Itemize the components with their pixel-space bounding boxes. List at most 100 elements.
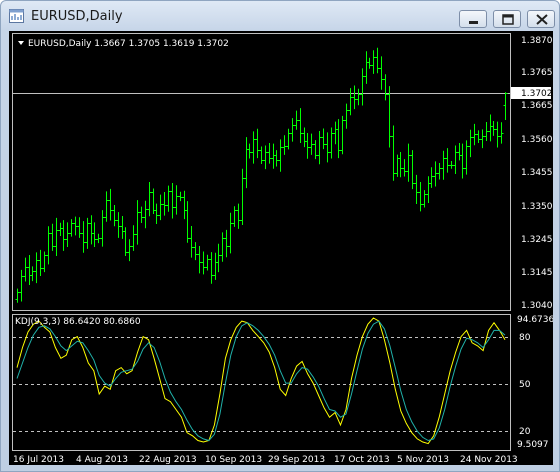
ohlc-bar xyxy=(182,190,187,220)
ohlc-bar xyxy=(464,140,469,175)
ohlc-bar xyxy=(395,154,400,177)
ohlc-bar xyxy=(271,143,276,169)
ohlc-bar xyxy=(42,251,47,273)
window-title: EURUSD,Daily xyxy=(31,9,123,24)
ohlc-bar xyxy=(147,182,152,217)
ohlc-bar xyxy=(484,121,489,142)
ohlc-bar xyxy=(433,161,438,187)
ohlc-bar xyxy=(38,249,43,277)
ohlc-bar xyxy=(468,129,473,158)
indicator-axis-label: 94.6736 xyxy=(517,315,553,325)
time-axis-label: 4 Aug 2013 xyxy=(76,455,128,465)
chart-area[interactable]: EURUSD,Daily 1.3667 1.3705 1.3619 1.3702… xyxy=(9,31,554,465)
ohlc-bar xyxy=(356,88,361,106)
ohlc-bar xyxy=(290,118,295,142)
ohlc-bar xyxy=(27,255,32,286)
ohlc-bar xyxy=(488,114,493,142)
close-button[interactable] xyxy=(527,10,555,28)
ohlc-bar xyxy=(294,110,299,130)
ohlc-bar xyxy=(92,222,97,247)
ohlc-bar xyxy=(344,103,349,129)
indicator-axis-label: 50 xyxy=(519,380,531,390)
price-axis-label: 1.3145 xyxy=(521,268,553,278)
price-axis-label: 1.3560 xyxy=(521,135,553,145)
ohlc-bar xyxy=(73,216,78,236)
ohlc-bar xyxy=(491,121,496,136)
ohlc-bar xyxy=(336,119,341,159)
ohlc-bar xyxy=(154,203,159,225)
ohlc-bar xyxy=(472,123,477,146)
ohlc-bar xyxy=(298,108,303,143)
ohlc-bar xyxy=(457,142,462,161)
indicator-axis-label: 20 xyxy=(519,427,531,437)
price-chart-header: EURUSD,Daily 1.3667 1.3705 1.3619 1.3702 xyxy=(28,39,229,49)
ohlc-bar xyxy=(251,131,256,164)
collapse-triangle-icon[interactable] xyxy=(18,41,24,45)
time-axis-label: 5 Nov 2013 xyxy=(397,455,449,465)
ohlc-bar xyxy=(100,210,105,247)
ohlc-bar xyxy=(414,174,419,204)
ohlc-bar xyxy=(360,68,365,106)
ohlc-bar xyxy=(375,47,380,74)
ohlc-bar xyxy=(333,121,338,145)
chart-window-icon xyxy=(9,9,24,23)
ohlc-bar xyxy=(321,128,326,150)
ohlc-bar xyxy=(406,143,411,182)
ohlc-bar xyxy=(259,146,264,164)
ohlc-bar xyxy=(364,51,369,84)
indicator-axis-label: 80 xyxy=(519,333,531,343)
price-axis-label: 1.3870 xyxy=(521,36,553,46)
ohlc-bar xyxy=(89,215,94,245)
ohlc-bar xyxy=(205,254,210,271)
ohlc-bar xyxy=(166,185,171,212)
ohlc-bar xyxy=(476,130,481,143)
ohlc-bar xyxy=(379,56,384,90)
ohlc-bar xyxy=(402,159,407,177)
price-axis-label: 1.3665 xyxy=(521,101,553,111)
ohlc-bar xyxy=(371,50,376,74)
ohlc-bar xyxy=(422,190,427,208)
ohlc-bar xyxy=(158,194,163,221)
ohlc-bar xyxy=(302,127,307,148)
ohlc-bar xyxy=(34,252,39,284)
ohlc-bar xyxy=(274,150,279,167)
ohlc-bar xyxy=(58,222,63,236)
ohlc-bar xyxy=(96,233,101,244)
indicator-header: KDJ(9,3,3) 86.6420 80.6860 xyxy=(15,317,141,327)
restore-button[interactable] xyxy=(493,10,521,28)
ohlc-bar xyxy=(410,150,415,190)
ohlc-bar xyxy=(267,142,272,164)
price-axis-label: 1.3455 xyxy=(521,168,553,178)
ohlc-bar xyxy=(197,245,202,274)
title-bar[interactable]: EURUSD,Daily xyxy=(1,1,559,31)
ohlc-bar xyxy=(224,229,229,258)
time-axis-label: 17 Oct 2013 xyxy=(334,455,390,465)
ohlc-bar xyxy=(278,139,283,172)
price-axis-label: 1.3040 xyxy=(521,301,553,311)
ohlc-bar xyxy=(480,129,485,149)
time-axis-label: 22 Aug 2013 xyxy=(139,455,197,465)
ohlc-bar xyxy=(418,182,423,212)
ohlc-bar xyxy=(189,225,194,258)
ohlc-bar xyxy=(170,183,175,219)
current-price-label: 1.3702 xyxy=(521,89,553,99)
ohlc-bar xyxy=(228,212,233,254)
ohlc-bar xyxy=(391,125,396,181)
ohlc-bar xyxy=(313,140,318,160)
ohlc-bar xyxy=(495,121,500,148)
ohlc-bar xyxy=(127,239,132,262)
k-line xyxy=(16,317,506,445)
ohlc-bar xyxy=(23,257,28,282)
ohlc-bar xyxy=(104,191,109,222)
price-axis-label: 1.3350 xyxy=(521,202,553,212)
ohlc-bar xyxy=(135,200,140,245)
close-icon xyxy=(536,14,548,25)
ohlc-bar xyxy=(441,150,446,180)
chart-canvas[interactable]: EURUSD,Daily 1.3667 1.3705 1.3619 1.3702… xyxy=(9,31,554,465)
time-axis-label: 16 Jul 2013 xyxy=(13,455,64,465)
ohlc-bar xyxy=(503,92,508,121)
ohlc-bar xyxy=(232,206,237,227)
minimize-button[interactable] xyxy=(459,10,487,28)
ohlc-bar xyxy=(112,204,117,227)
ohlc-bar xyxy=(329,127,334,159)
